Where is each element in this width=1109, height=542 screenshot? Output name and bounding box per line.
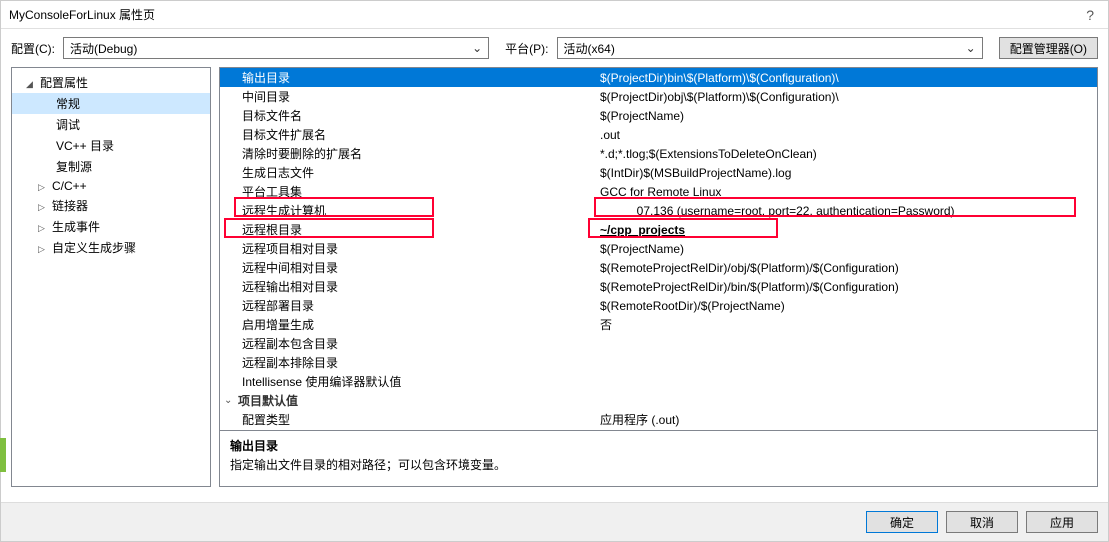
prop-name: 目标文件扩展名 [242,126,600,143]
tree-root[interactable]: 配置属性 [12,72,210,93]
prop-name: 远程根目录 [242,221,600,238]
prop-name: Intellisense 使用编译器默认值 [242,373,600,390]
main-area: 配置属性 常规 调试 VC++ 目录 复制源 C/C++ 链接器 生成事件 自定… [1,67,1108,502]
description-text: 指定输出文件目录的相对路径；可以包含环境变量。 [230,456,1087,473]
prop-row-remote-exclude[interactable]: 远程副本排除目录 [220,353,1097,372]
prop-value: $(ProjectDir)bin\$(Platform)\$(Configura… [600,71,1097,85]
tree-item-custombuild[interactable]: 自定义生成步骤 [12,237,210,258]
prop-value: 07.136 (username=root, port=22, authenti… [600,204,1097,218]
description-box: 输出目录 指定输出文件目录的相对路径；可以包含环境变量。 [220,430,1097,486]
platform-combo-value: 活动(x64) [564,40,964,57]
tree-item-vcdirs[interactable]: VC++ 目录 [12,135,210,156]
prop-row-remote-int-dir[interactable]: 远程中间相对目录 $(RemoteProjectRelDir)/obj/$(Pl… [220,258,1097,277]
tree-item-debug[interactable]: 调试 [12,114,210,135]
chevron-down-icon: ⌄ [470,41,484,55]
prop-name: 清除时要删除的扩展名 [242,145,600,162]
property-page-window: MyConsoleForLinux 属性页 ? 配置(C): 活动(Debug)… [0,0,1109,542]
prop-row-platform-toolset[interactable]: 平台工具集 GCC for Remote Linux [220,182,1097,201]
prop-name: 配置类型 [242,411,600,428]
prop-row-remote-out-dir[interactable]: 远程输出相对目录 $(RemoteProjectRelDir)/bin/$(Pl… [220,277,1097,296]
help-icon[interactable]: ? [1080,7,1100,23]
prop-name: 远程生成计算机 [242,202,600,219]
config-label: 配置(C): [11,40,55,57]
prop-row-remote-machine[interactable]: 远程生成计算机 07.136 (username=root, port=22, … [220,201,1097,220]
prop-row-ext-delete[interactable]: 清除时要删除的扩展名 *.d;*.tlog;$(ExtensionsToDele… [220,144,1097,163]
ok-button[interactable]: 确定 [866,511,938,533]
decoration-bar [0,438,6,472]
titlebar: MyConsoleForLinux 属性页 ? [1,1,1108,29]
prop-row-remote-include[interactable]: 远程副本包含目录 [220,334,1097,353]
config-toolbar: 配置(C): 活动(Debug) ⌄ 平台(P): 活动(x64) ⌄ 配置管理… [1,29,1108,67]
prop-row-config-type[interactable]: 配置类型 应用程序 (.out) [220,410,1097,429]
prop-row-remote-deploy-dir[interactable]: 远程部署目录 $(RemoteRootDir)/$(ProjectName) [220,296,1097,315]
prop-row-build-log[interactable]: 生成日志文件 $(IntDir)$(MSBuildProjectName).lo… [220,163,1097,182]
config-manager-label: 配置管理器(O) [1010,40,1087,57]
prop-value: $(ProjectName) [600,109,1097,123]
prop-value: ~/cpp_projects [600,223,1097,237]
prop-name: 中间目录 [242,88,600,105]
prop-row-intermediate-dir[interactable]: 中间目录 $(ProjectDir)obj\$(Platform)\$(Conf… [220,87,1097,106]
config-combo[interactable]: 活动(Debug) ⌄ [63,37,489,59]
platform-label: 平台(P): [505,40,548,57]
group-label: 项目默认值 [238,392,298,409]
tree-panel[interactable]: 配置属性 常规 调试 VC++ 目录 复制源 C/C++ 链接器 生成事件 自定… [11,67,211,487]
prop-row-target-ext[interactable]: 目标文件扩展名 .out [220,125,1097,144]
prop-row-incremental[interactable]: 启用增量生成 否 [220,315,1097,334]
prop-name: 远程项目相对目录 [242,240,600,257]
prop-value: 应用程序 (.out) [600,411,1097,428]
tree-item-copysource[interactable]: 复制源 [12,156,210,177]
cancel-button[interactable]: 取消 [946,511,1018,533]
tree-item-cpp[interactable]: C/C++ [12,177,210,195]
group-project-defaults[interactable]: ⌄ 项目默认值 [220,391,1097,410]
prop-name: 远程输出相对目录 [242,278,600,295]
prop-value: $(ProjectName) [600,242,1097,256]
prop-value: $(RemoteProjectRelDir)/obj/$(Platform)/$… [600,261,1097,275]
window-title: MyConsoleForLinux 属性页 [9,6,1080,23]
prop-name: 平台工具集 [242,183,600,200]
property-grid[interactable]: 输出目录 $(ProjectDir)bin\$(Platform)\$(Conf… [220,68,1097,430]
apply-button[interactable]: 应用 [1026,511,1098,533]
prop-row-target-name[interactable]: 目标文件名 $(ProjectName) [220,106,1097,125]
prop-value: $(RemoteProjectRelDir)/bin/$(Platform)/$… [600,280,1097,294]
prop-row-intellisense[interactable]: Intellisense 使用编译器默认值 [220,372,1097,391]
prop-name: 远程部署目录 [242,297,600,314]
property-grid-inner: 输出目录 $(ProjectDir)bin\$(Platform)\$(Conf… [220,68,1097,429]
prop-name: 目标文件名 [242,107,600,124]
prop-value: 否 [600,316,1097,333]
prop-name: 远程副本包含目录 [242,335,600,352]
prop-name: 远程副本排除目录 [242,354,600,371]
prop-row-remote-root[interactable]: 远程根目录 ~/cpp_projects [220,220,1097,239]
prop-value: .out [600,128,1097,142]
chevron-down-icon: ⌄ [964,41,978,55]
prop-value: GCC for Remote Linux [600,185,1097,199]
prop-value: $(ProjectDir)obj\$(Platform)\$(Configura… [600,90,1097,104]
prop-name: 启用增量生成 [242,316,600,333]
tree-item-buildevents[interactable]: 生成事件 [12,216,210,237]
config-combo-value: 活动(Debug) [70,40,470,57]
config-manager-button[interactable]: 配置管理器(O) [999,37,1098,59]
prop-name: 输出目录 [242,69,600,86]
tree-item-general[interactable]: 常规 [12,93,210,114]
platform-combo[interactable]: 活动(x64) ⌄ [557,37,983,59]
property-grid-panel: 输出目录 $(ProjectDir)bin\$(Platform)\$(Conf… [219,67,1098,487]
prop-row-remote-project-dir[interactable]: 远程项目相对目录 $(ProjectName) [220,239,1097,258]
prop-row-output-dir[interactable]: 输出目录 $(ProjectDir)bin\$(Platform)\$(Conf… [220,68,1097,87]
description-title: 输出目录 [230,437,1087,454]
prop-value: *.d;*.tlog;$(ExtensionsToDeleteOnClean) [600,147,1097,161]
prop-name: 远程中间相对目录 [242,259,600,276]
prop-name: 生成日志文件 [242,164,600,181]
prop-value: $(IntDir)$(MSBuildProjectName).log [600,166,1097,180]
chevron-down-icon: ⌄ [224,395,238,406]
prop-value: $(RemoteRootDir)/$(ProjectName) [600,299,1097,313]
tree-item-linker[interactable]: 链接器 [12,195,210,216]
dialog-footer: 确定 取消 应用 [1,502,1108,541]
